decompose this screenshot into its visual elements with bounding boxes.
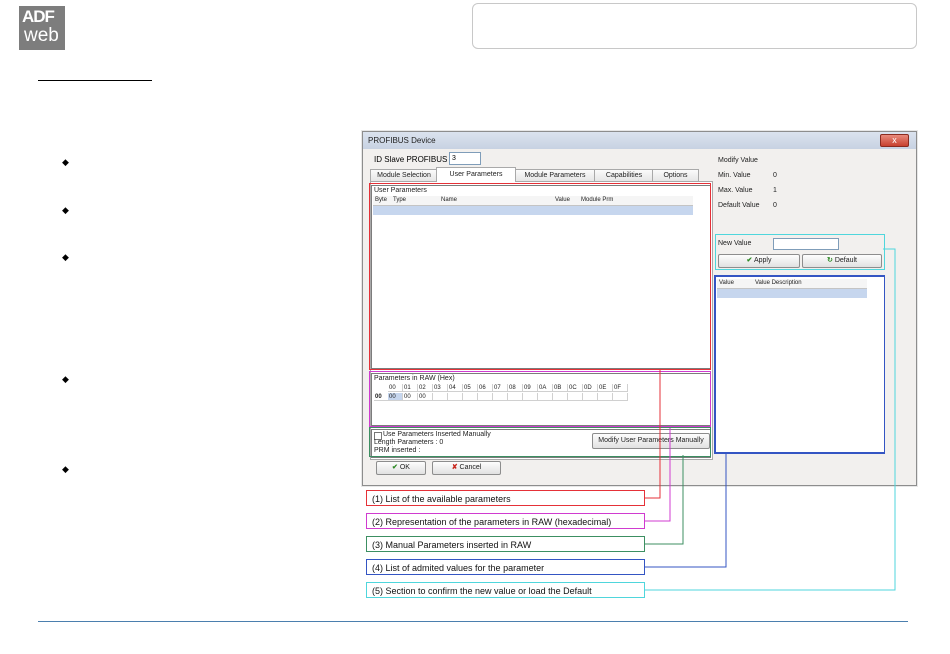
connector-lines (645, 248, 896, 591)
footer-divider (38, 621, 908, 622)
annotation-2: (2) Representation of the parameters in … (366, 513, 645, 529)
annotation-5: (5) Section to confirm the new value or … (366, 582, 645, 598)
annotation-4: (4) List of admited values for the param… (366, 559, 645, 575)
annotation-1: (1) List of the available parameters (366, 490, 645, 506)
tab-user-parameters[interactable]: User Parameters (436, 167, 516, 182)
annotation-3: (3) Manual Parameters inserted in RAW (366, 536, 645, 552)
